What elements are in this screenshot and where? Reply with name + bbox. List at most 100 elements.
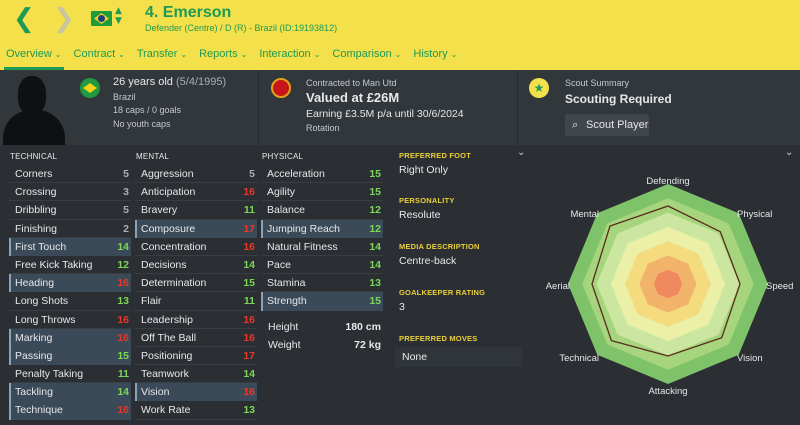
attribute-value: 12 bbox=[369, 222, 381, 235]
attribute-row[interactable]: Penalty Taking 11 bbox=[9, 365, 131, 384]
attribute-value: 16 bbox=[243, 313, 255, 326]
attribute-row[interactable]: Free Kick Taking 12 bbox=[9, 256, 131, 275]
attribute-row[interactable]: Tackling 14 bbox=[9, 383, 131, 402]
chevron-down-icon: ⌄ bbox=[450, 50, 458, 59]
attribute-row[interactable]: Work Rate 13 bbox=[135, 401, 257, 420]
attribute-row[interactable]: Aggression 5 bbox=[135, 165, 257, 184]
attribute-row[interactable]: Natural Fitness 14 bbox=[261, 238, 383, 256]
photo-head bbox=[18, 76, 46, 114]
attribute-row[interactable]: Determination 15 bbox=[135, 274, 257, 293]
tab-history-label: History bbox=[413, 48, 448, 60]
attribute-value: 15 bbox=[369, 186, 381, 199]
attribute-row[interactable]: Jumping Reach 12 bbox=[261, 219, 383, 238]
attribute-row[interactable]: Concentration 16 bbox=[135, 238, 257, 256]
technical-attributes: Corners 5 Crossing 3 Dribbling 5 Finishing 2… bbox=[9, 165, 131, 420]
attribute-label: Bravery bbox=[141, 204, 178, 217]
attribute-label: Technique bbox=[15, 404, 63, 417]
attribute-row[interactable]: Long Throws 16 bbox=[9, 311, 131, 329]
preferred-moves-value: None bbox=[402, 351, 428, 363]
forward-arrow-icon[interactable]: ❯ bbox=[53, 6, 75, 32]
attribute-value: 11 bbox=[243, 295, 255, 308]
player-info-strip: 26 years old (5/4/1995) Brazil 18 caps /… bbox=[0, 70, 800, 145]
attribute-row[interactable]: Corners 5 bbox=[9, 165, 131, 184]
attribute-row[interactable]: Leadership 16 bbox=[135, 311, 257, 329]
physical-attributes: Acceleration 15 Agility 15 Balance 12 Jumpi… bbox=[261, 165, 383, 311]
attribute-row[interactable]: Flair 11 bbox=[135, 292, 257, 311]
attribute-row[interactable]: Bravery 11 bbox=[135, 201, 257, 220]
attribute-row[interactable]: Technique 16 bbox=[9, 401, 131, 420]
attribute-row[interactable]: Heading 16 bbox=[9, 274, 131, 293]
goalkeeper-rating-title: GOALKEEPER RATING bbox=[399, 288, 486, 297]
age-line: 26 years old (5/4/1995) bbox=[113, 76, 226, 88]
attribute-value: 13 bbox=[243, 404, 255, 417]
club-crest-icon[interactable] bbox=[271, 78, 291, 98]
tab-interaction-label: Interaction bbox=[259, 48, 311, 60]
attribute-row[interactable]: Composure 17 bbox=[135, 219, 257, 238]
mental-attributes: Aggression 5 Anticipation 16 Bravery 11 Com… bbox=[135, 165, 257, 420]
attribute-row[interactable]: Pace 14 bbox=[261, 256, 383, 275]
attribute-row[interactable]: Long Shots 13 bbox=[9, 292, 131, 311]
attribute-label: Composure bbox=[141, 222, 196, 235]
attribute-label: Heading bbox=[15, 277, 55, 290]
back-arrow-icon[interactable]: ❮ bbox=[13, 6, 35, 32]
attribute-label: Determination bbox=[141, 277, 207, 290]
attribute-row[interactable]: Acceleration 15 bbox=[261, 165, 383, 184]
attribute-value: 14 bbox=[117, 240, 129, 253]
attribute-row[interactable]: Stamina 13 bbox=[261, 274, 383, 293]
player-tabs: Overview ⌄ Contract ⌄ Transfer ⌄ Reports ⌄ I… bbox=[0, 45, 463, 70]
nation-flag-icon[interactable] bbox=[80, 78, 100, 98]
player-photo bbox=[0, 70, 70, 145]
attribute-row[interactable]: Passing 15 bbox=[9, 346, 131, 366]
nation-name[interactable]: Brazil bbox=[113, 92, 136, 102]
attribute-value: 15 bbox=[369, 295, 381, 308]
chevron-down-icon[interactable]: ⌄ bbox=[517, 147, 525, 158]
tab-comparison[interactable]: Comparison ⌄ bbox=[326, 45, 407, 70]
attribute-row[interactable]: Finishing 2 bbox=[9, 220, 131, 238]
attribute-row[interactable]: Anticipation 16 bbox=[135, 183, 257, 202]
preferred-foot-value: Right Only bbox=[399, 164, 449, 176]
attribute-row[interactable]: Teamwork 14 bbox=[135, 365, 257, 384]
attribute-row[interactable]: Marking 16 bbox=[9, 328, 131, 348]
attribute-row[interactable]: Decisions 14 bbox=[135, 256, 257, 275]
radar-axis-label: Technical bbox=[559, 353, 599, 364]
attribute-label: Off The Ball bbox=[141, 331, 197, 344]
attribute-label: Leadership bbox=[141, 313, 193, 326]
cycle-player-icon[interactable]: ▲ ▼ bbox=[115, 6, 122, 26]
attribute-value: 16 bbox=[117, 277, 129, 290]
attribute-row[interactable]: Strength 15 bbox=[261, 292, 383, 311]
attribute-label: First Touch bbox=[15, 240, 67, 253]
attribute-row[interactable]: Positioning 17 bbox=[135, 347, 257, 366]
attribute-label: Concentration bbox=[141, 240, 207, 253]
attribute-label: Marking bbox=[15, 331, 53, 344]
attribute-row[interactable]: Crossing 3 bbox=[9, 183, 131, 202]
attribute-row[interactable]: Off The Ball 16 bbox=[135, 329, 257, 347]
weight-value: 72 kg bbox=[354, 339, 381, 351]
tab-transfer[interactable]: Transfer ⌄ bbox=[131, 45, 193, 70]
tab-contract[interactable]: Contract ⌄ bbox=[68, 45, 131, 70]
height-label: Height bbox=[268, 321, 299, 333]
attribute-row[interactable]: Dribbling 5 bbox=[9, 201, 131, 220]
attribute-value: 16 bbox=[117, 331, 129, 344]
attribute-label: Vision bbox=[141, 386, 170, 399]
attribute-value: 13 bbox=[117, 295, 129, 308]
tab-interaction[interactable]: Interaction ⌄ bbox=[253, 45, 326, 70]
radar-ring bbox=[653, 269, 683, 299]
media-description-value: Centre-back bbox=[399, 255, 457, 267]
scout-player-button[interactable]: ⌕ Scout Player bbox=[565, 114, 649, 136]
attribute-value: 11 bbox=[243, 204, 255, 217]
attribute-value: 16 bbox=[243, 240, 255, 253]
attribute-row[interactable]: Vision 16 bbox=[135, 383, 257, 402]
radar-axis-label: Speed bbox=[766, 281, 793, 292]
tab-overview[interactable]: Overview ⌄ bbox=[0, 45, 68, 70]
tab-comparison-label: Comparison bbox=[332, 48, 392, 60]
chevron-down-icon: ⌄ bbox=[394, 50, 402, 59]
attribute-row[interactable]: Balance 12 bbox=[261, 201, 383, 220]
attribute-row[interactable]: Agility 15 bbox=[261, 183, 383, 202]
attribute-value: 14 bbox=[369, 258, 381, 271]
technical-heading: TECHNICAL bbox=[10, 152, 58, 161]
tab-history[interactable]: History ⌄ bbox=[407, 45, 463, 70]
attribute-radar-chart: Defending Physical Speed Vision Attackin… bbox=[546, 176, 794, 397]
personality-value: Resolute bbox=[399, 209, 441, 221]
tab-reports[interactable]: Reports ⌄ bbox=[193, 45, 253, 70]
attribute-row[interactable]: First Touch 14 bbox=[9, 237, 131, 257]
